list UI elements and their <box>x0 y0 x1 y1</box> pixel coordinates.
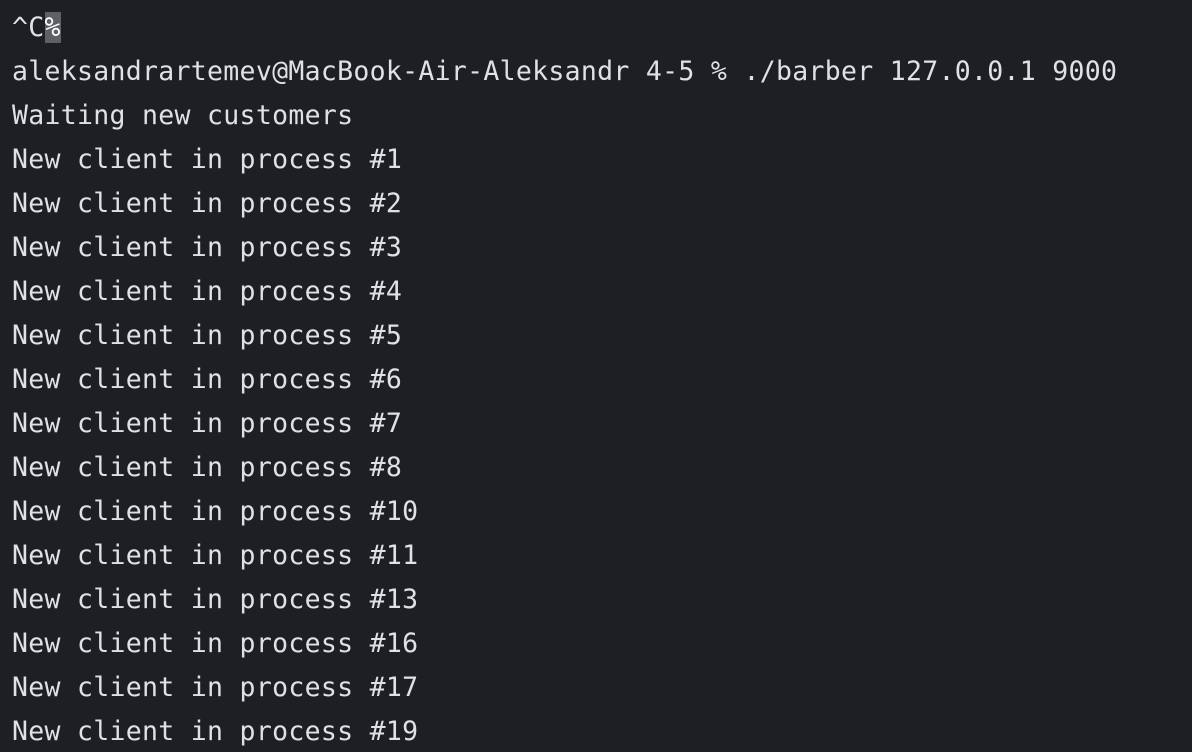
output-line: New client in process #4 <box>12 276 403 307</box>
output-line: New client in process #6 <box>12 364 403 395</box>
output-line: New client in process #11 <box>12 540 419 571</box>
output-line: Waiting new customers <box>12 100 354 131</box>
output-line: New client in process #19 <box>12 716 419 747</box>
output-line: New client in process #3 <box>12 232 403 263</box>
interrupt-line: ^C% <box>12 6 1192 50</box>
output-line: New client in process #16 <box>12 628 419 659</box>
output-line: New client in process #13 <box>12 584 419 615</box>
command-prompt-line: aleksandrartemev@MacBook-Air-Aleksandr 4… <box>12 56 1118 87</box>
output-line: New client in process #5 <box>12 320 403 351</box>
end-of-line-mark: % <box>44 12 61 43</box>
output-line: New client in process #10 <box>12 496 419 527</box>
output-line: New client in process #8 <box>12 452 403 483</box>
output-line: New client in process #7 <box>12 408 403 439</box>
output-line: New client in process #2 <box>12 188 403 219</box>
terminal-window[interactable]: ^C% aleksandrartemev@MacBook-Air-Aleksan… <box>0 0 1192 752</box>
ctrl-c-text: ^C <box>12 12 45 43</box>
output-line: New client in process #1 <box>12 144 403 175</box>
output-line: New client in process #17 <box>12 672 419 703</box>
